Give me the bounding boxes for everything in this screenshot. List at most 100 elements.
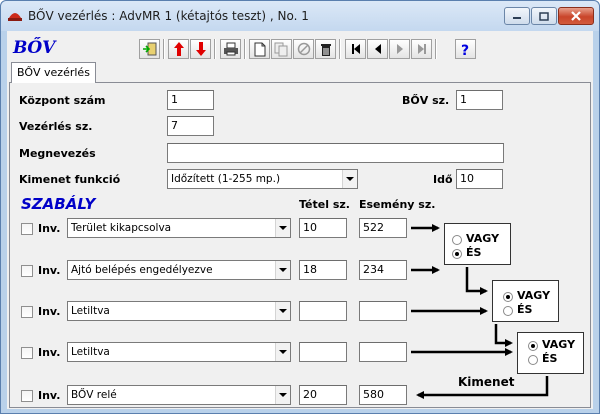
es-radio[interactable] xyxy=(452,249,462,259)
output-relay-value: BŐV relé xyxy=(71,389,117,401)
kozpont-input[interactable]: 1 xyxy=(167,90,214,110)
tetel-input[interactable]: 18 xyxy=(299,260,347,280)
exit-door-icon xyxy=(142,42,156,56)
vagy-radio[interactable] xyxy=(503,292,513,302)
esemeny-input[interactable] xyxy=(359,301,407,321)
kimenet-caption: Kimenet xyxy=(458,375,515,389)
rule-event-value: Letiltva xyxy=(71,346,110,358)
first-record-button[interactable] xyxy=(345,39,366,59)
chevron-down-icon xyxy=(342,170,357,188)
vagy-label: VAGY xyxy=(517,289,551,302)
printer-icon xyxy=(223,42,238,56)
chevron-down-icon xyxy=(275,343,290,361)
inv-checkbox[interactable] xyxy=(21,265,33,277)
vagy-label: VAGY xyxy=(466,232,500,245)
inv-checkbox[interactable] xyxy=(21,390,33,402)
inv-checkbox[interactable] xyxy=(21,347,33,359)
exit-button[interactable] xyxy=(139,39,160,59)
rule-event-select[interactable]: Ajtó belépés engedélyezve xyxy=(67,260,291,280)
help-button[interactable]: ? xyxy=(455,39,476,59)
vezerles-input[interactable]: 7 xyxy=(167,116,214,136)
svg-text:?: ? xyxy=(461,43,469,57)
es-radio[interactable] xyxy=(528,355,538,365)
chevron-down-icon xyxy=(275,386,290,404)
new-button[interactable] xyxy=(249,39,270,59)
rule-event-select[interactable]: Terület kikapcsolva xyxy=(67,218,291,238)
window-title: BŐV vezérlés : AdvMR 1 (kétajtós teszt) … xyxy=(28,9,309,23)
inv-checkbox[interactable] xyxy=(21,223,33,235)
rule-event-value: Terület kikapcsolva xyxy=(71,222,172,234)
kozpont-label: Központ szám xyxy=(19,94,106,107)
inv-label: Inv. xyxy=(38,346,61,359)
trash-icon xyxy=(320,43,331,56)
delete-button[interactable] xyxy=(315,39,336,59)
help-icon: ? xyxy=(461,43,469,57)
kimenet-funkcio-value: Időzített (1-255 mp.) xyxy=(171,173,281,185)
logic-group-2: VAGY ÉS xyxy=(492,280,559,322)
rule-event-select[interactable]: Letiltva xyxy=(67,342,291,362)
szabaly-title: SZABÁLY xyxy=(21,195,96,213)
chevron-down-icon xyxy=(275,302,290,320)
esemeny-input[interactable] xyxy=(359,342,407,362)
toolbar-separator xyxy=(214,39,216,59)
window: BŐV vezérlés : AdvMR 1 (kétajtós teszt) … xyxy=(0,0,600,414)
kimenet-funkcio-label: Kimenet funkció xyxy=(19,173,121,186)
kimenet-funkcio-select[interactable]: Időzített (1-255 mp.) xyxy=(167,169,358,189)
tetel-input[interactable] xyxy=(299,342,347,362)
tetel-input[interactable]: 20 xyxy=(299,385,347,405)
previous-record-button[interactable] xyxy=(367,39,388,59)
move-up-button[interactable] xyxy=(168,39,189,59)
inv-label: Inv. xyxy=(38,222,61,235)
maximize-button[interactable] xyxy=(531,7,557,25)
bov-sz-input[interactable]: 1 xyxy=(456,90,503,110)
es-radio[interactable] xyxy=(503,306,513,316)
close-icon xyxy=(571,11,581,21)
ido-input[interactable]: 10 xyxy=(456,169,503,189)
toolbar-separator xyxy=(339,39,341,59)
cancel-button[interactable] xyxy=(293,39,314,59)
output-relay-select[interactable]: BŐV relé xyxy=(67,385,291,405)
copy-button[interactable] xyxy=(271,39,292,59)
es-label: ÉS xyxy=(517,303,533,316)
inv-label: Inv. xyxy=(38,305,61,318)
tab-bov-vezerles[interactable]: BŐV vezérlés xyxy=(11,62,96,83)
red-up-arrow-icon xyxy=(173,42,184,56)
toolbar-separator xyxy=(163,39,165,59)
rule-event-value: Letiltva xyxy=(71,305,110,317)
vagy-radio[interactable] xyxy=(452,235,462,245)
rule-event-value: Ajtó belépés engedélyezve xyxy=(71,264,213,276)
previous-record-icon xyxy=(374,44,381,54)
vagy-label: VAGY xyxy=(542,338,576,351)
esemeny-input[interactable]: 522 xyxy=(359,218,407,238)
tetel-input[interactable]: 10 xyxy=(299,218,347,238)
inv-label: Inv. xyxy=(38,264,61,277)
esemeny-input[interactable]: 580 xyxy=(359,385,407,405)
vagy-radio[interactable] xyxy=(528,341,538,351)
esemeny-header: Esemény sz. xyxy=(359,198,436,211)
inv-checkbox[interactable] xyxy=(21,306,33,318)
print-button[interactable] xyxy=(220,39,241,59)
esemeny-input[interactable]: 234 xyxy=(359,260,407,280)
bov-logo: BŐV xyxy=(13,38,56,58)
new-document-icon xyxy=(254,42,265,56)
rule-event-select[interactable]: Letiltva xyxy=(67,301,291,321)
first-record-icon xyxy=(351,44,360,54)
toolbar-separator xyxy=(244,39,246,59)
logic-group-3: VAGY ÉS xyxy=(517,332,584,374)
es-label: ÉS xyxy=(542,352,558,365)
title-bar[interactable]: BŐV vezérlés : AdvMR 1 (kétajtós teszt) … xyxy=(1,1,599,31)
bov-sz-label: BŐV sz. xyxy=(402,94,450,107)
next-record-button[interactable] xyxy=(389,39,410,59)
next-record-icon xyxy=(396,44,403,54)
tetel-header: Tétel sz. xyxy=(299,198,350,211)
last-record-button[interactable] xyxy=(411,39,432,59)
inv-label: Inv. xyxy=(38,389,61,402)
megnevezes-label: Megnevezés xyxy=(19,147,96,160)
chevron-down-icon xyxy=(275,219,290,237)
tetel-input[interactable] xyxy=(299,301,347,321)
megnevezes-input[interactable] xyxy=(167,143,504,163)
move-down-button[interactable] xyxy=(190,39,211,59)
minimize-button[interactable] xyxy=(504,7,530,25)
cancel-circle-icon xyxy=(297,42,310,56)
close-button[interactable] xyxy=(558,7,594,25)
